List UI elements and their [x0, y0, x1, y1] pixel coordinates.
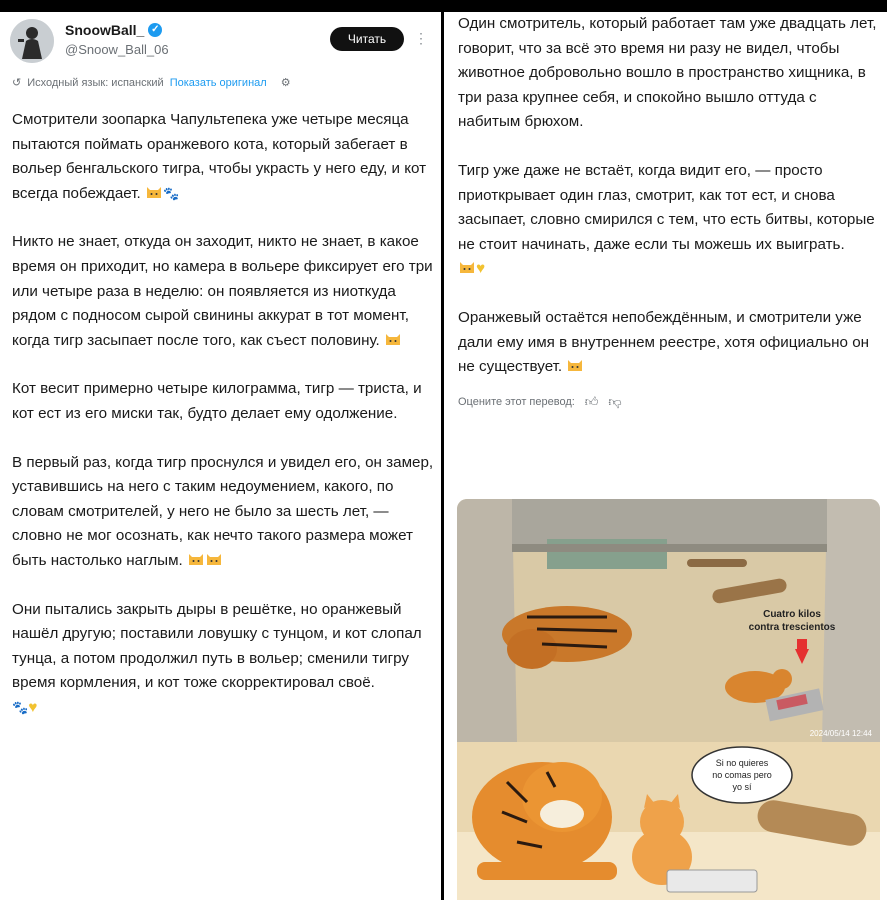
original-language-label: Исходный язык: испанский — [27, 76, 164, 89]
photo-timestamp: 2024/05/14 12:44 — [810, 729, 873, 738]
cat-emoji-icon — [205, 551, 223, 567]
display-name[interactable]: SnoowBall_ ✓ — [65, 22, 163, 38]
paragraph: Кот весит примерно четыре килограмма, ти… — [12, 377, 437, 426]
settings-icon[interactable]: ⚙ — [281, 76, 291, 89]
heart-emoji-icon: ♥ — [476, 260, 486, 278]
photo-caption-line1: Cuatro kilos — [763, 609, 821, 620]
left-column: SnoowBall_ ✓ @Snoow_Ball_06 Читать ⋮ ↺ И… — [0, 12, 441, 900]
show-original-link[interactable]: Показать оригинал — [170, 77, 267, 89]
cat-emoji-icon — [458, 259, 476, 275]
paragraph-text: Они пытались закрыть дыры в решётке, но … — [12, 600, 422, 692]
heart-emoji-icon: ♥ — [28, 698, 38, 716]
paragraph-text: Оранжевый остаётся непобеждённым, и смот… — [458, 308, 870, 376]
paragraph: Тигр уже даже не встаёт, когда видит его… — [458, 159, 882, 282]
post-text-right: Один смотритель, который работает там уж… — [458, 12, 882, 414]
post-text-left: Смотрители зоопарка Чапультепека уже чет… — [12, 108, 437, 744]
paragraph-text: Смотрители зоопарка Чапультепека уже чет… — [12, 111, 427, 202]
paragraph-text: Один смотритель, который работает там уж… — [458, 15, 877, 131]
rate-translation-label: Оцените этот перевод: — [458, 395, 575, 408]
cat-emoji-icon — [384, 331, 402, 347]
paragraph: Никто не знает, откуда он заходит, никто… — [12, 230, 437, 353]
comic-bubble-line1: Si no quieres — [716, 758, 769, 768]
comic-bubble-line3: yo sí — [732, 782, 752, 792]
paragraph-text: Никто не знает, откуда он заходит, никто… — [12, 233, 433, 349]
paw-emoji-icon: 🐾 — [162, 185, 180, 201]
paragraph: В первый раз, когда тигр проснулся и уви… — [12, 451, 437, 574]
top-black-strip — [0, 0, 887, 12]
paragraph: Один смотритель, который работает там уж… — [458, 12, 882, 135]
paragraph: Оранжевый остаётся непобеждённым, и смот… — [458, 306, 882, 380]
follow-button[interactable]: Читать — [330, 27, 404, 51]
display-name-text[interactable]: SnoowBall_ — [65, 22, 144, 38]
translation-info: ↺ Исходный язык: испанский Показать ориг… — [12, 76, 291, 90]
user-handle[interactable]: @Snoow_Ball_06 — [65, 42, 169, 57]
paragraph: Они пытались закрыть дыры в решётке, но … — [12, 598, 437, 721]
paragraph: Смотрители зоопарка Чапультепека уже чет… — [12, 108, 437, 206]
comic-bubble-line2: no comas pero — [712, 770, 772, 780]
paragraph-text: Тигр уже даже не встаёт, когда видит его… — [458, 161, 875, 253]
more-options-icon[interactable]: ⋮ — [414, 30, 428, 47]
comic-illustration[interactable]: Si no quieres no comas pero yo sí — [457, 742, 880, 900]
paragraph-text: Кот весит примерно четыре килограмма, ти… — [12, 380, 422, 422]
photo-caption-line2: contra trescientos — [749, 622, 836, 633]
translation-rating: Оцените этот перевод: 👍︎ 👎︎ — [458, 390, 882, 415]
paw-emoji-icon: 🐾 — [12, 699, 29, 715]
cat-emoji-icon — [145, 184, 163, 200]
thumbs-up-icon[interactable]: 👍︎ — [585, 390, 599, 415]
verified-badge-icon: ✓ — [148, 23, 163, 37]
avatar[interactable] — [10, 19, 54, 63]
cat-emoji-icon — [566, 357, 584, 373]
enclosure-photo[interactable]: Cuatro kilos contra trescientos 2024/05/… — [457, 499, 880, 742]
thumbs-down-icon[interactable]: 👎︎ — [608, 390, 621, 415]
cat-emoji-icon — [187, 551, 205, 567]
translate-icon: ↺ — [12, 77, 22, 89]
